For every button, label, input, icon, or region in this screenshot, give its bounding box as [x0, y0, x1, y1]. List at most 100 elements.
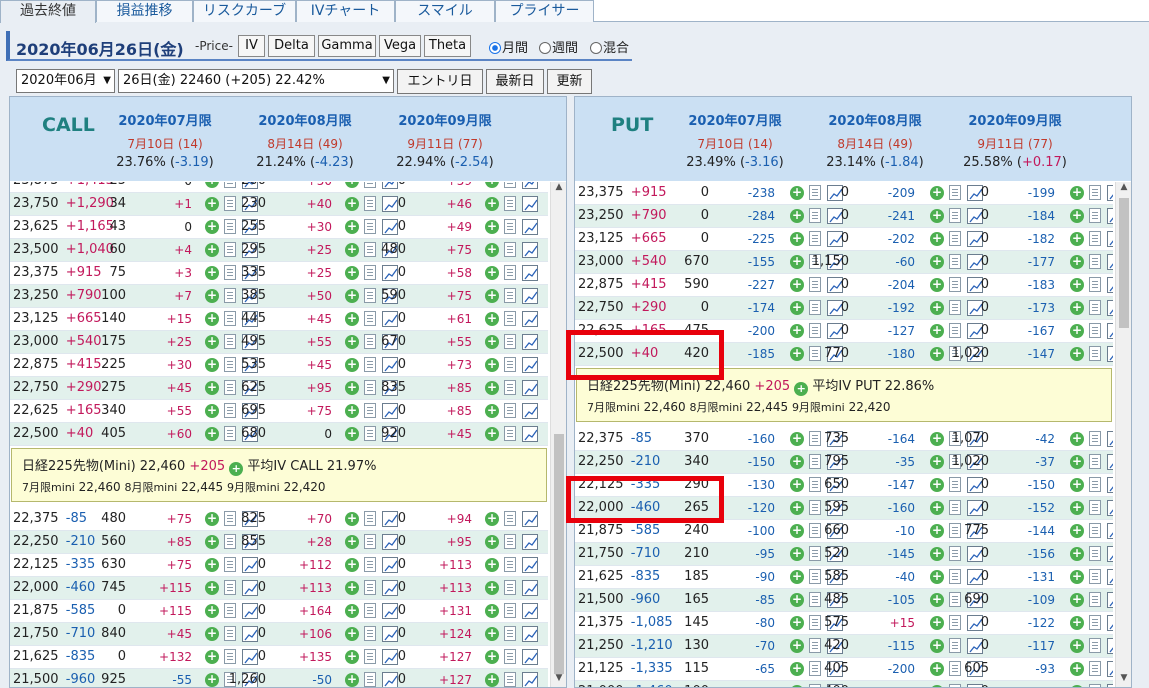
call-chart-icon[interactable] [522, 580, 538, 596]
put-table-row[interactable]: 23,250 +790 0 -284 +0 -241 +0 -184 + [575, 205, 1113, 228]
call-futures-add-icon[interactable]: + [229, 462, 244, 476]
put-detail-doc-icon[interactable] [1089, 300, 1101, 315]
call-add-position-icon[interactable]: + [485, 581, 499, 595]
call-chart-icon[interactable] [522, 182, 538, 189]
put-add-position-icon[interactable]: + [1070, 209, 1084, 223]
put-detail-doc-icon[interactable] [1089, 346, 1101, 361]
call-scroll-up-icon[interactable]: ▲ [551, 182, 566, 196]
put-month-name[interactable]: 2020年09月限 [945, 110, 1085, 129]
put-scroll-down-icon[interactable]: ▼ [1116, 673, 1131, 687]
put-chart-icon[interactable] [1107, 454, 1113, 470]
put-detail-doc-icon[interactable] [1089, 477, 1101, 492]
put-table-row[interactable]: 21,250 -1,210 130 -70 +420 -115 +0 -117 + [575, 635, 1113, 658]
call-add-position-icon[interactable]: + [485, 289, 499, 303]
put-add-position-icon[interactable]: + [1070, 432, 1084, 446]
put-add-position-icon[interactable]: + [1070, 324, 1084, 338]
call-detail-doc-icon[interactable] [504, 534, 516, 549]
put-add-position-icon[interactable]: + [1070, 570, 1084, 584]
call-chart-icon[interactable] [522, 557, 538, 573]
call-chart-icon[interactable] [522, 626, 538, 642]
put-chart-icon[interactable] [1107, 523, 1113, 539]
call-detail-doc-icon[interactable] [504, 242, 516, 257]
put-chart-icon[interactable] [1107, 638, 1113, 654]
put-table-row[interactable]: 21,875 -585 240 -100 +660 -10 +775 -144 + [575, 520, 1113, 543]
put-chart-icon[interactable] [1107, 477, 1113, 493]
call-add-position-icon[interactable]: + [485, 673, 499, 687]
put-chart-icon[interactable] [1107, 592, 1113, 608]
delta-button[interactable]: Delta [268, 35, 315, 57]
call-table-row[interactable]: 22,250 -210 560 +85 +855 +28 +0 +95 + [10, 531, 548, 554]
put-table-row[interactable]: 21,750 -710 210 -95 +520 -145 +0 -156 + [575, 543, 1113, 566]
put-detail-doc-icon[interactable] [1089, 500, 1101, 515]
call-detail-doc-icon[interactable] [504, 357, 516, 372]
call-detail-doc-icon[interactable] [504, 219, 516, 234]
put-detail-doc-icon[interactable] [1089, 208, 1101, 223]
put-chart-icon[interactable] [1107, 323, 1113, 339]
call-chart-icon[interactable] [522, 380, 538, 396]
theta-button[interactable]: Theta [424, 35, 471, 57]
call-table-row[interactable]: 21,750 -710 840 +45 +0 +106 +0 +124 + [10, 623, 548, 646]
call-detail-doc-icon[interactable] [504, 380, 516, 395]
call-table-row[interactable]: 23,625 +1,165 43 0 +255 +30 +0 +49 + [10, 216, 548, 239]
call-table-row[interactable]: 23,000 +540 175 +25 +495 +55 +670 +55 + [10, 331, 548, 354]
call-add-position-icon[interactable]: + [485, 335, 499, 349]
put-detail-doc-icon[interactable] [1089, 454, 1101, 469]
put-detail-doc-icon[interactable] [1089, 684, 1101, 687]
put-chart-icon[interactable] [1107, 661, 1113, 677]
call-add-position-icon[interactable]: + [485, 512, 499, 526]
call-detail-doc-icon[interactable] [504, 626, 516, 641]
call-table-row[interactable]: 22,500 +40 405 +60 +680 0 +920 +45 + [10, 423, 548, 446]
call-chart-icon[interactable] [522, 265, 538, 281]
call-chart-icon[interactable] [522, 196, 538, 212]
call-add-position-icon[interactable]: + [485, 627, 499, 641]
entry-date-button[interactable]: エントリ日 [397, 69, 483, 94]
vega-button[interactable]: Vega [379, 35, 421, 57]
call-detail-doc-icon[interactable] [504, 557, 516, 572]
put-chart-icon[interactable] [1107, 500, 1113, 516]
put-detail-doc-icon[interactable] [1089, 323, 1101, 338]
tab-pricer[interactable]: プライサー [495, 0, 594, 22]
call-table-row[interactable]: 23,250 +790 100 +7 +385 +50 +590 +75 + [10, 285, 548, 308]
put-detail-doc-icon[interactable] [1089, 231, 1101, 246]
put-table-row[interactable]: 22,375 -85 370 -160 +735 -164 +1,070 -42 + [575, 428, 1113, 451]
call-table-row[interactable]: 21,875 -585 0 +115 +0 +164 +0 +131 + [10, 600, 548, 623]
put-detail-doc-icon[interactable] [1089, 661, 1101, 676]
put-add-position-icon[interactable]: + [1070, 593, 1084, 607]
put-chart-icon[interactable] [1107, 277, 1113, 293]
put-table-row[interactable]: 21,625 -835 185 -90 +585 -40 +0 -131 + [575, 566, 1113, 589]
put-table-row[interactable]: 21,375 -1,085 145 -80 +575 +15 +0 -122 + [575, 612, 1113, 635]
call-detail-doc-icon[interactable] [504, 580, 516, 595]
put-add-position-icon[interactable]: + [1070, 255, 1084, 269]
call-add-position-icon[interactable]: + [485, 197, 499, 211]
update-button[interactable]: 更新 [547, 69, 592, 94]
call-table-row[interactable]: 23,500 +1,040 60 +4 +295 +25 +480 +75 + [10, 239, 548, 262]
put-add-position-icon[interactable]: + [1070, 524, 1084, 538]
put-scroll-thumb[interactable] [1119, 198, 1129, 328]
put-chart-icon[interactable] [1107, 346, 1113, 362]
put-chart-icon[interactable] [1107, 431, 1113, 447]
put-detail-doc-icon[interactable] [1089, 523, 1101, 538]
put-chart-icon[interactable] [1107, 569, 1113, 585]
put-table-row[interactable]: 22,750 +290 0 -174 +0 -192 +0 -173 + [575, 297, 1113, 320]
put-chart-icon[interactable] [1107, 254, 1113, 270]
call-add-position-icon[interactable]: + [485, 404, 499, 418]
call-chart-icon[interactable] [522, 426, 538, 442]
call-detail-doc-icon[interactable] [504, 265, 516, 280]
call-detail-doc-icon[interactable] [504, 649, 516, 664]
call-add-position-icon[interactable]: + [485, 358, 499, 372]
put-table-row[interactable]: 23,000 +540 670 -155 +1,150 -60 +0 -177 + [575, 251, 1113, 274]
call-chart-icon[interactable] [522, 357, 538, 373]
put-chart-icon[interactable] [1107, 300, 1113, 316]
put-add-position-icon[interactable]: + [1070, 186, 1084, 200]
put-chart-icon[interactable] [1107, 208, 1113, 224]
call-table-row[interactable]: 22,750 +290 275 +45 +625 +95 +835 +85 + [10, 377, 548, 400]
put-table-row[interactable]: 22,875 +415 590 -227 +0 -204 +0 -183 + [575, 274, 1113, 297]
call-chart-icon[interactable] [522, 288, 538, 304]
put-table-row[interactable]: 21,125 -1,335 115 -65 +405 -200 +605 -93 + [575, 658, 1113, 681]
put-chart-icon[interactable] [1107, 231, 1113, 247]
call-table-row[interactable]: 21,500 -960 925 -55 +1,260 -50 +0 +127 + [10, 669, 548, 687]
put-add-position-icon[interactable]: + [1070, 662, 1084, 676]
put-detail-doc-icon[interactable] [1089, 185, 1101, 200]
call-table-row[interactable]: 23,125 +665 140 +15 +445 +45 +0 +61 + [10, 308, 548, 331]
call-chart-icon[interactable] [522, 603, 538, 619]
